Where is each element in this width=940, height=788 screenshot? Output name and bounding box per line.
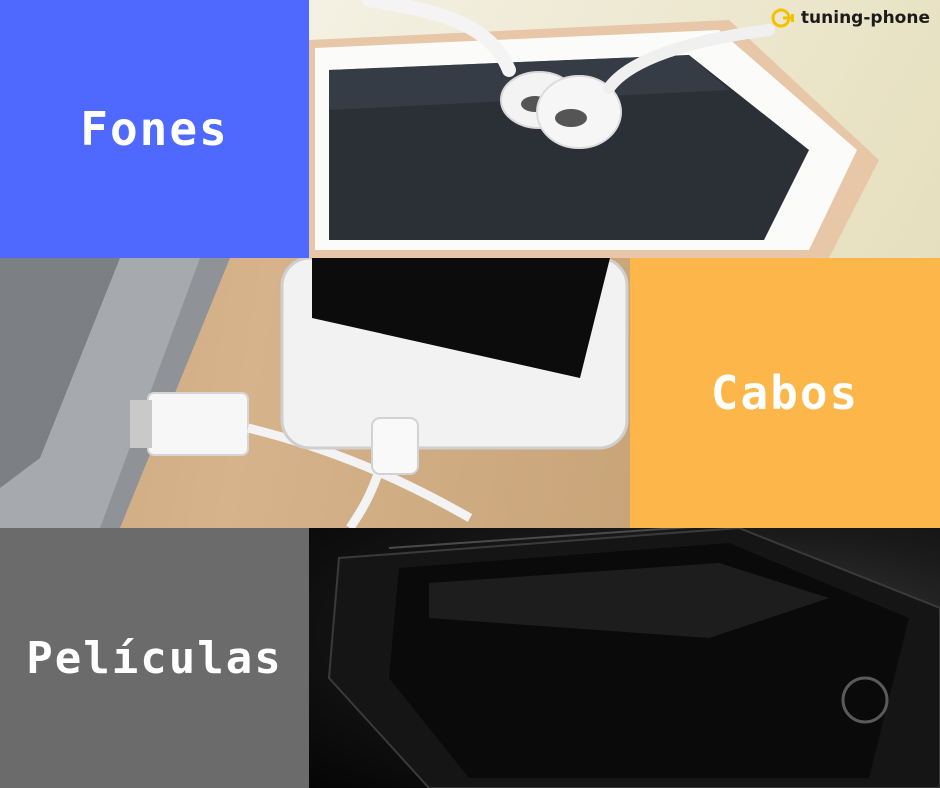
cabos-label-text: Cabos: [710, 366, 860, 420]
cabos-category-tile[interactable]: Cabos: [630, 258, 940, 528]
brand-logo[interactable]: tuning-phone: [771, 6, 930, 30]
cabos-label: Cabos: [630, 258, 940, 528]
brand-name: tuning-phone: [800, 8, 930, 28]
screen-protector-photo: [309, 528, 940, 788]
earbuds-illustration: [309, 0, 879, 258]
cable-phone-photo: [0, 258, 630, 528]
tuning-phone-logo-icon: [771, 8, 794, 28]
screen-protector-illustration: [327, 528, 940, 788]
peliculas-label: Películas: [0, 528, 309, 788]
fones-category-tile[interactable]: Fones: [0, 0, 309, 258]
peliculas-category-tile[interactable]: Películas: [0, 528, 309, 788]
fones-label: Fones: [0, 0, 309, 258]
peliculas-label-text: Películas: [26, 632, 283, 684]
cable-illustration: [0, 258, 629, 528]
fones-label-text: Fones: [80, 102, 229, 156]
earbuds-phone-photo: tuning-phone: [309, 0, 940, 258]
